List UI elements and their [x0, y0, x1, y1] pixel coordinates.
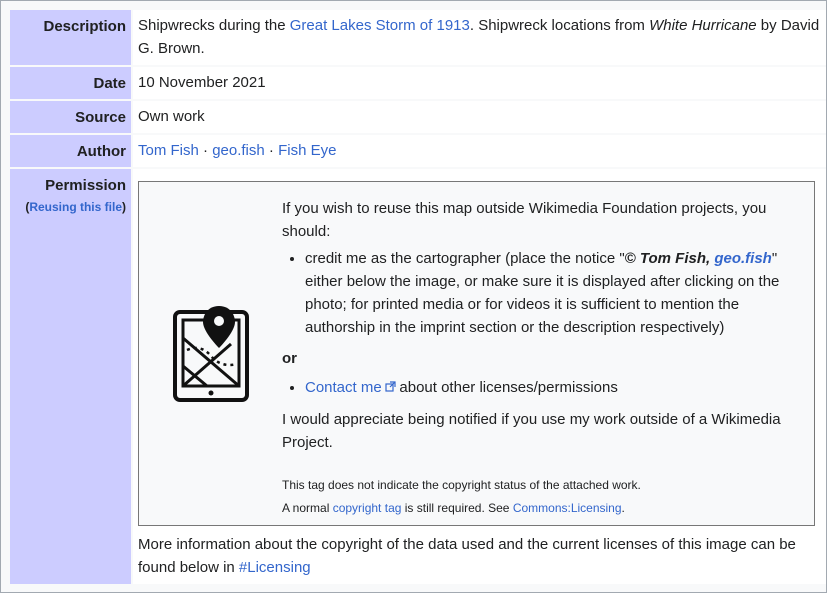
permission-bullet-credit: credit me as the cartographer (place the… [305, 247, 812, 339]
permission-text: If you wish to reuse this map outside Wi… [282, 197, 812, 520]
permission-list-1: credit me as the cartographer (place the… [282, 247, 812, 339]
link-commons-licensing[interactable]: Commons:Licensing [513, 501, 622, 515]
permission-list-2: Contact me about other licenses/permissi… [282, 376, 812, 400]
permission-notify: I would appreciate being notified if you… [282, 411, 781, 451]
permission-note-1: This tag does not indicate the copyright… [282, 478, 641, 492]
label-description: Description [10, 10, 131, 65]
file-info-table: Description Shipwrecks during the Great … [0, 0, 827, 593]
value-source: Own work [133, 101, 826, 133]
author-separator-2: · [264, 142, 279, 159]
note-2-text-a: A normal [282, 501, 333, 515]
permission-intro: If you wish to reuse this map outside Wi… [282, 200, 767, 240]
row-date: Date 10 November 2021 [10, 67, 826, 99]
link-great-lakes-storm[interactable]: Great Lakes Storm of 1913 [290, 17, 470, 34]
credit-text-a: credit me as the cartographer (place the… [305, 250, 625, 267]
link-fish-eye[interactable]: Fish Eye [278, 142, 336, 159]
value-author: Tom Fish · geo.fish · Fish Eye [133, 135, 826, 167]
value-date: 10 November 2021 [133, 67, 826, 99]
note-2-text-b: is still required. See [401, 501, 513, 515]
description-text-1: Shipwrecks during the [138, 17, 290, 34]
row-description: Description Shipwrecks during the Great … [10, 10, 826, 65]
link-contact-me[interactable]: Contact me [305, 379, 382, 396]
row-permission: Permission (Reusing this file) If you wi… [10, 169, 826, 584]
map-tablet-icon [171, 304, 251, 404]
reusing-paren-close: ) [122, 200, 126, 214]
link-credit-geo-fish[interactable]: geo.fish [714, 250, 772, 267]
link-tom-fish[interactable]: Tom Fish [138, 142, 199, 159]
value-description: Shipwrecks during the Great Lakes Storm … [133, 10, 826, 65]
row-source: Source Own work [10, 101, 826, 133]
note-2-text-c: . [621, 501, 625, 515]
author-separator-1: · [198, 142, 213, 159]
link-licensing-anchor[interactable]: #Licensing [239, 559, 311, 576]
reusing-link-wrap: (Reusing this file) [10, 200, 126, 214]
label-permission: Permission (Reusing this file) [10, 169, 131, 584]
label-date: Date [10, 67, 131, 99]
value-permission: If you wish to reuse this map outside Wi… [133, 169, 826, 584]
permission-label-text: Permission [45, 177, 126, 194]
book-title: White Hurricane [649, 17, 757, 34]
permission-footer: More information about the copyright of … [138, 533, 808, 579]
description-text-2: . Shipwreck locations from [469, 17, 650, 34]
credit-notice: © Tom Fish, [624, 250, 715, 267]
permission-or: or [282, 350, 297, 367]
row-author: Author Tom Fish · geo.fish · Fish Eye [10, 135, 826, 167]
permission-bullet-contact: Contact me about other licenses/permissi… [305, 376, 812, 400]
permission-box: If you wish to reuse this map outside Wi… [138, 181, 815, 526]
link-copyright-tag[interactable]: copyright tag [333, 501, 402, 515]
contact-text: about other licenses/permissions [399, 379, 618, 396]
label-author: Author [10, 135, 131, 167]
link-geo-fish[interactable]: geo.fish [212, 142, 265, 159]
footer-text: More information about the copyright of … [138, 536, 796, 576]
link-reusing-this-file[interactable]: Reusing this file [29, 200, 122, 214]
label-source: Source [10, 101, 131, 133]
external-link-icon [382, 381, 400, 395]
permission-note-2: A normal copyright tag is still required… [282, 497, 812, 520]
